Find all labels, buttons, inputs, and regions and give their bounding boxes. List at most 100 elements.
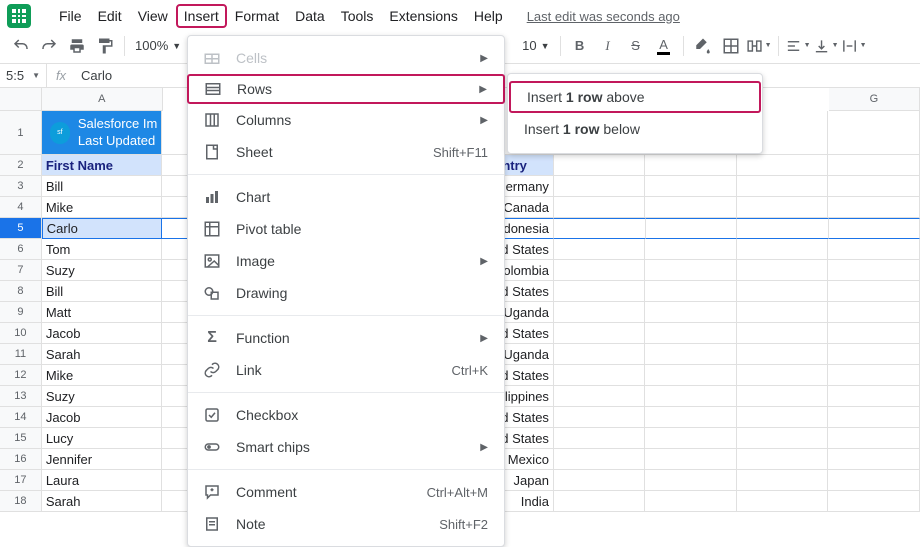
- cell[interactable]: [645, 428, 737, 449]
- cell[interactable]: [737, 281, 829, 302]
- merge-cells-button[interactable]: ▼: [746, 33, 772, 59]
- cell[interactable]: [737, 302, 829, 323]
- cell[interactable]: [554, 365, 646, 386]
- borders-button[interactable]: [718, 33, 744, 59]
- paint-format-button[interactable]: [92, 33, 118, 59]
- menu-extensions[interactable]: Extensions: [381, 4, 465, 28]
- cell-first-name[interactable]: Bill: [42, 176, 163, 197]
- cell-first-name[interactable]: Jacob: [42, 323, 163, 344]
- row-header-17[interactable]: 17: [0, 470, 42, 491]
- banner-cell[interactable]: sf Salesforce Im Last Updated: [42, 111, 163, 155]
- menu-edit[interactable]: Edit: [90, 4, 130, 28]
- menu-item-link[interactable]: LinkCtrl+K: [188, 354, 504, 386]
- print-button[interactable]: [64, 33, 90, 59]
- row-header-4[interactable]: 4: [0, 197, 42, 218]
- menu-help[interactable]: Help: [466, 4, 511, 28]
- row-header-2[interactable]: 2: [0, 155, 42, 176]
- cell-first-name[interactable]: Mike: [42, 365, 163, 386]
- cell[interactable]: [737, 365, 829, 386]
- cell[interactable]: [554, 344, 646, 365]
- cell[interactable]: [828, 386, 920, 407]
- cell[interactable]: [645, 302, 737, 323]
- row-header-15[interactable]: 15: [0, 428, 42, 449]
- name-box[interactable]: 5:5 ▼: [0, 68, 46, 83]
- cell[interactable]: [554, 260, 646, 281]
- cell[interactable]: [646, 218, 738, 239]
- cell-first-name[interactable]: Laura: [42, 470, 163, 491]
- menu-item-note[interactable]: NoteShift+F2: [188, 508, 504, 540]
- cell[interactable]: [645, 281, 737, 302]
- cell[interactable]: [828, 428, 920, 449]
- menu-item-rows[interactable]: Rows▶: [187, 74, 505, 104]
- zoom-dropdown[interactable]: 100%▼: [131, 38, 185, 53]
- cell[interactable]: [828, 449, 920, 470]
- cell[interactable]: [645, 323, 737, 344]
- sheets-app-icon[interactable]: [7, 4, 31, 28]
- menu-item-sheet[interactable]: SheetShift+F11: [188, 136, 504, 168]
- cell-first-name[interactable]: Sarah: [42, 491, 163, 512]
- cell[interactable]: [829, 218, 920, 239]
- cell[interactable]: [828, 260, 920, 281]
- cell[interactable]: [645, 365, 737, 386]
- cell-first-name[interactable]: Bill: [42, 281, 163, 302]
- cell[interactable]: [828, 365, 920, 386]
- font-size-dropdown[interactable]: 10▼: [518, 38, 553, 53]
- cell[interactable]: [554, 218, 646, 239]
- cell[interactable]: [554, 323, 646, 344]
- submenu-item-insert-row-below[interactable]: Insert 1 row below: [508, 113, 762, 145]
- text-wrap-button[interactable]: ▼: [841, 33, 867, 59]
- header-first-name[interactable]: First Name: [42, 155, 163, 176]
- column-header-G[interactable]: G: [829, 88, 920, 111]
- cell[interactable]: [737, 344, 829, 365]
- cell[interactable]: [828, 281, 920, 302]
- row-header-18[interactable]: 18: [0, 491, 42, 512]
- menu-item-comment[interactable]: CommentCtrl+Alt+M: [188, 476, 504, 508]
- cell[interactable]: [737, 386, 829, 407]
- cell[interactable]: [828, 323, 920, 344]
- row-header-10[interactable]: 10: [0, 323, 42, 344]
- cell[interactable]: [828, 155, 920, 176]
- menu-format[interactable]: Format: [227, 4, 287, 28]
- cell[interactable]: [828, 470, 920, 491]
- menu-item-columns[interactable]: Columns▶: [188, 104, 504, 136]
- menu-item-image[interactable]: Image▶: [188, 245, 504, 277]
- menu-tools[interactable]: Tools: [333, 4, 382, 28]
- row-header-14[interactable]: 14: [0, 407, 42, 428]
- row-header-6[interactable]: 6: [0, 239, 42, 260]
- cell[interactable]: [828, 239, 920, 260]
- row-header-5[interactable]: 5: [0, 218, 42, 239]
- cell-first-name[interactable]: Mike: [42, 197, 163, 218]
- cell[interactable]: [554, 428, 646, 449]
- cell[interactable]: [554, 407, 646, 428]
- row-header-3[interactable]: 3: [0, 176, 42, 197]
- text-color-button[interactable]: A: [651, 33, 677, 59]
- row-header-8[interactable]: 8: [0, 281, 42, 302]
- cell[interactable]: [554, 281, 646, 302]
- horizontal-align-button[interactable]: ▼: [785, 33, 811, 59]
- cell[interactable]: [828, 302, 920, 323]
- cell-first-name[interactable]: Jacob: [42, 407, 163, 428]
- cell[interactable]: [554, 239, 646, 260]
- last-edit-link[interactable]: Last edit was seconds ago: [527, 9, 680, 24]
- cell[interactable]: [645, 386, 737, 407]
- cell[interactable]: [737, 218, 829, 239]
- row-header-16[interactable]: 16: [0, 449, 42, 470]
- cell[interactable]: [645, 344, 737, 365]
- cell-first-name[interactable]: Tom: [42, 239, 163, 260]
- cell[interactable]: [737, 323, 829, 344]
- cell[interactable]: [554, 176, 646, 197]
- cell[interactable]: [737, 428, 829, 449]
- select-all-corner[interactable]: [0, 88, 42, 111]
- cell[interactable]: [828, 176, 920, 197]
- cell[interactable]: [645, 197, 737, 218]
- cell-first-name[interactable]: Suzy: [42, 260, 163, 281]
- cell[interactable]: [645, 407, 737, 428]
- cell[interactable]: [737, 470, 829, 491]
- cell[interactable]: [737, 197, 829, 218]
- cell[interactable]: [828, 407, 920, 428]
- cell[interactable]: [554, 386, 646, 407]
- vertical-align-button[interactable]: ▼: [813, 33, 839, 59]
- menu-item-checkbox[interactable]: Checkbox: [188, 399, 504, 431]
- cell[interactable]: [645, 470, 737, 491]
- cell[interactable]: [828, 111, 920, 155]
